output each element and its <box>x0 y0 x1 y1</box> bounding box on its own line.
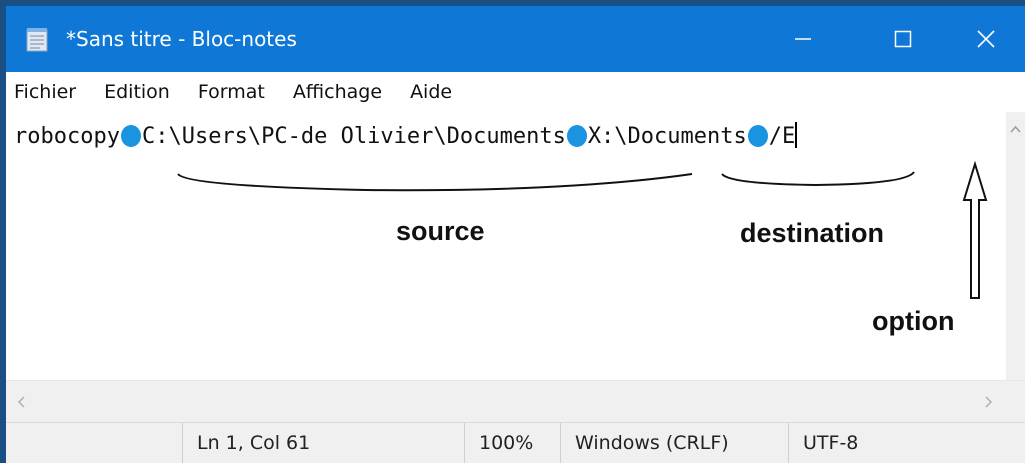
text-editor[interactable]: robocopy C:\Users\PC-de Olivier\Documents… <box>6 112 1006 380</box>
menu-bar: Fichier Edition Format Affichage Aide <box>6 72 1025 112</box>
menu-format[interactable]: Format <box>198 79 265 105</box>
close-button[interactable] <box>946 6 1025 72</box>
menu-affichage[interactable]: Affichage <box>293 79 382 105</box>
vertical-scrollbar[interactable] <box>1006 112 1025 380</box>
destination-brace <box>721 171 915 187</box>
option-arrow <box>962 160 988 299</box>
scroll-left-icon[interactable] <box>12 392 32 412</box>
destination-label: destination <box>740 218 885 248</box>
menu-aide[interactable]: Aide <box>410 79 452 105</box>
source-label: source <box>396 216 485 246</box>
close-icon <box>976 30 995 48</box>
scroll-right-icon[interactable] <box>978 392 998 412</box>
encoding-text: UTF-8 <box>803 432 859 454</box>
maximize-icon <box>894 30 912 48</box>
menu-edition[interactable]: Edition <box>104 79 170 105</box>
window-title: *Sans titre - Bloc-notes <box>66 27 297 51</box>
minimize-button[interactable] <box>758 6 848 72</box>
title-bar[interactable]: *Sans titre - Bloc-notes <box>6 6 1025 72</box>
line-ending-text: Windows (CRLF) <box>575 432 729 454</box>
option-label: option <box>872 306 955 336</box>
status-bar: Ln 1, Col 61 100% Windows (CRLF) UTF-8 <box>6 422 1025 463</box>
notepad-window: *Sans titre - Bloc-notes Fichier Edition… <box>6 6 1025 463</box>
scroll-up-icon[interactable] <box>1006 120 1025 140</box>
source-brace <box>177 173 693 192</box>
menu-fichier[interactable]: Fichier <box>14 79 76 105</box>
status-line-ending: Windows (CRLF) <box>560 423 788 463</box>
status-encoding: UTF-8 <box>788 423 1006 463</box>
minimize-icon <box>795 38 811 40</box>
maximize-button[interactable] <box>858 6 948 72</box>
horizontal-scrollbar[interactable] <box>6 380 1025 423</box>
notepad-icon <box>26 28 48 52</box>
cursor-position-text: Ln 1, Col 61 <box>197 432 311 454</box>
zoom-text: 100% <box>479 432 534 454</box>
status-cursor-position: Ln 1, Col 61 <box>182 423 464 463</box>
status-zoom: 100% <box>464 423 560 463</box>
